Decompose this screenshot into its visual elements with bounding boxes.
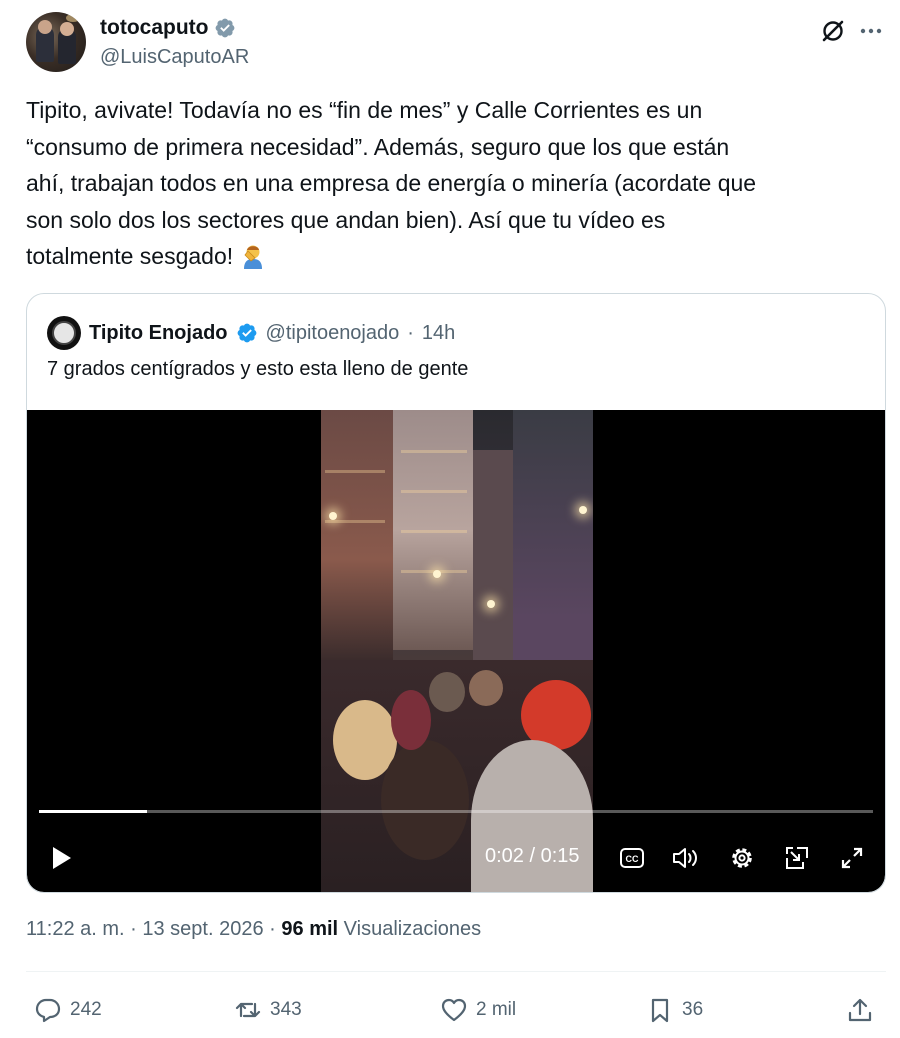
fullscreen-icon: [841, 847, 863, 869]
author-display-name[interactable]: totocaputo: [100, 16, 208, 40]
quoted-tweet[interactable]: Tipito Enojado @tipitoenojado · 14h 7 gr…: [26, 293, 886, 893]
more-options-icon: [860, 28, 882, 34]
quoted-separator: ·: [407, 321, 414, 344]
fullscreen-button[interactable]: [837, 843, 867, 873]
more-options-button[interactable]: [856, 16, 886, 46]
picture-in-picture-button[interactable]: [782, 843, 812, 873]
views-label: Visualizaciones: [343, 918, 482, 940]
gear-icon: [732, 848, 752, 868]
tweet-header: totocaputo @LuisCaputoAR: [26, 12, 886, 74]
quoted-author-handle[interactable]: @tipitoenojado: [266, 322, 400, 345]
views-count: 96 mil: [281, 918, 339, 940]
tweet-date[interactable]: 13 sept. 2026: [142, 918, 263, 940]
quoted-tweet-header: Tipito Enojado @tipitoenojado · 14h: [47, 316, 455, 350]
video-controls: 0:02 / 0:15 CC: [27, 838, 885, 878]
author-handle[interactable]: @LuisCaputoAR: [100, 46, 249, 69]
video-player[interactable]: 0:02 / 0:15 CC: [27, 410, 885, 892]
video-progress-fill: [39, 810, 148, 813]
quoted-time[interactable]: 14h: [422, 322, 455, 345]
meta-separator: ·: [130, 918, 137, 940]
man-facepalming-emoji: [243, 245, 262, 269]
tweet-text: Tipito, avivate! Todavía no es “fin de m…: [26, 92, 886, 275]
heart-icon: [441, 998, 467, 1022]
tweet-text-line: ahí, trabajan todos en una empresa de en…: [26, 170, 757, 196]
video-frame: [321, 410, 593, 892]
repost-count: 343: [270, 999, 302, 1020]
like-button[interactable]: 2 mil: [440, 988, 516, 1032]
picture-in-picture-icon: [786, 847, 808, 869]
author-name-row: totocaputo: [100, 16, 236, 40]
verified-badge-icon: [237, 323, 256, 343]
tweet-text-line: son solo dos los sectores que andan bien…: [26, 206, 666, 233]
reply-icon: [35, 998, 61, 1023]
quoted-author-display-name[interactable]: Tipito Enojado: [89, 322, 228, 345]
reply-count: 242: [70, 999, 102, 1020]
tweet-text-line: Tipito, avivate! Todavía no es “fin de m…: [26, 97, 703, 123]
repost-button[interactable]: 343: [234, 988, 302, 1032]
tweet-text-last-line: totalmente sesgado!: [26, 238, 886, 275]
settings-button[interactable]: [727, 843, 757, 873]
grok-button[interactable]: [818, 16, 848, 46]
tweet-text-line: totalmente sesgado!: [26, 243, 234, 269]
meta-separator: ·: [269, 918, 276, 940]
volume-icon: [673, 848, 697, 868]
volume-button[interactable]: [671, 843, 701, 873]
grok-icon: [822, 20, 844, 42]
tweet-time[interactable]: 11:22 a. m.: [26, 918, 125, 940]
repost-icon: [235, 1002, 261, 1018]
author-avatar[interactable]: [26, 12, 86, 72]
bookmark-count: 36: [682, 999, 704, 1020]
tweet-meta: 11:22 a. m. · 13 sept. 2026 · 96 mil Vis…: [26, 918, 481, 941]
share-icon: [848, 998, 872, 1022]
bookmark-icon: [651, 998, 669, 1023]
action-bar: 242 343 2 mil 36: [26, 988, 886, 1032]
like-count: 2 mil: [476, 999, 517, 1020]
video-progress-bar[interactable]: [39, 810, 873, 813]
verified-badge-icon: [216, 18, 235, 38]
captions-button[interactable]: CC: [617, 843, 647, 873]
video-time: 0:02 / 0:15: [485, 845, 580, 867]
reply-button[interactable]: 242: [34, 988, 102, 1032]
bookmark-button[interactable]: 36: [646, 988, 703, 1032]
captions-icon: CC: [620, 848, 644, 868]
share-button[interactable]: [846, 988, 874, 1032]
play-icon[interactable]: [49, 844, 75, 872]
quoted-tweet-text: 7 grados centígrados y esto esta lleno d…: [47, 358, 469, 380]
svg-text:CC: CC: [626, 854, 639, 864]
tweet-text-line: “consumo de primera necesidad”. Además, …: [26, 133, 730, 160]
divider: [26, 971, 886, 972]
quoted-author-avatar[interactable]: [47, 316, 81, 350]
